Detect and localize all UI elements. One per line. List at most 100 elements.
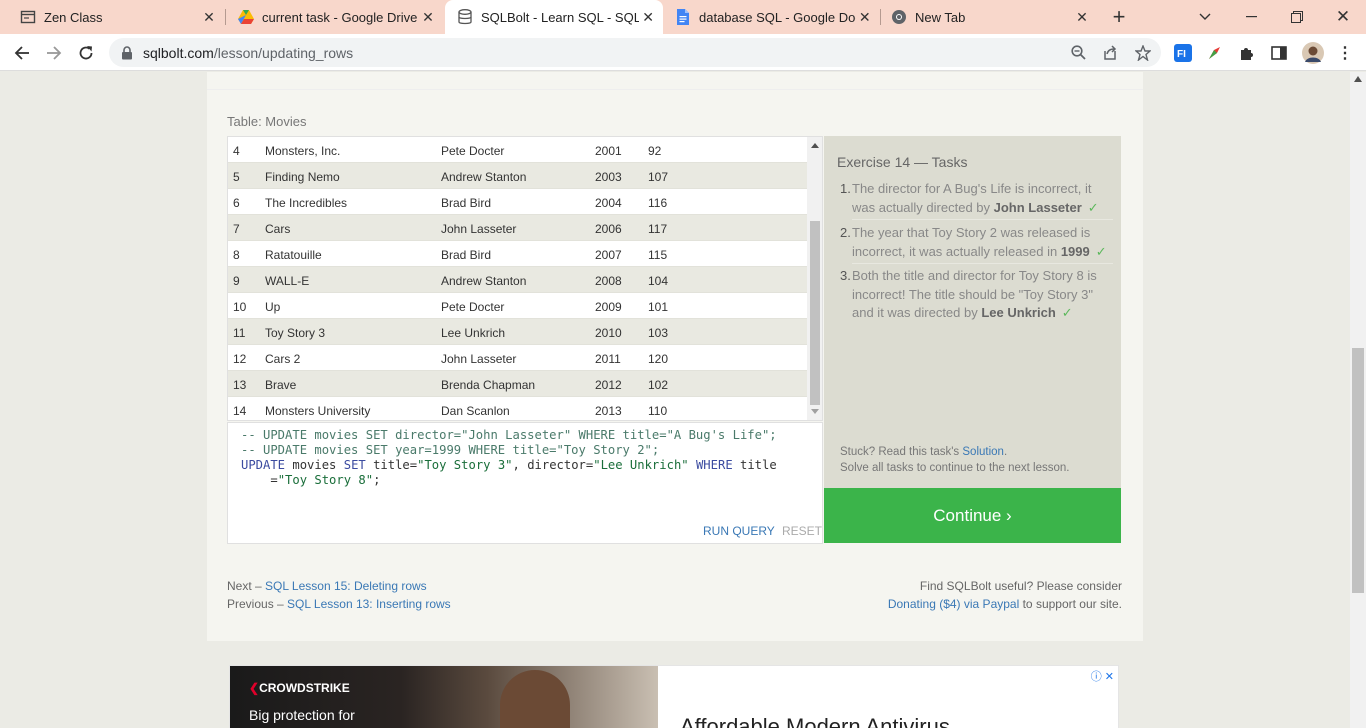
cell-director: Brenda Chapman (441, 378, 536, 392)
url-path: /lesson/updating_rows (213, 44, 354, 61)
table-label: Table: Movies (227, 114, 307, 129)
tasks-panel: Exercise 14 — Tasks 1. The director for … (824, 136, 1121, 488)
cell-year: 2004 (595, 196, 622, 210)
ad-brand: ❮CROWDSTRIKE (249, 681, 350, 695)
side-panel-icon[interactable] (1270, 44, 1288, 62)
scroll-up-icon[interactable] (811, 143, 819, 148)
extensions-puzzle-icon[interactable] (1238, 44, 1256, 62)
table-row: 10 Up Pete Docter 2009 101 (228, 293, 807, 319)
close-icon[interactable]: ✕ (199, 9, 219, 26)
advertisement[interactable]: ❮CROWDSTRIKE Big protection for Affordab… (229, 665, 1119, 728)
previous-lesson-link[interactable]: SQL Lesson 13: Inserting rows (287, 597, 451, 611)
table-row: 7 Cars John Lasseter 2006 117 (228, 215, 807, 241)
tab-search-icon[interactable] (1182, 0, 1228, 34)
tab-zen-class[interactable]: Zen Class ✕ (0, 0, 225, 34)
solution-link[interactable]: Solution (962, 446, 1004, 458)
task-number: 2. (840, 225, 851, 240)
cell-length: 115 (648, 248, 668, 262)
close-icon[interactable]: ✕ (856, 9, 874, 26)
cell-director: Pete Docter (441, 144, 505, 158)
restore-button[interactable] (1274, 0, 1320, 34)
minimize-button[interactable] (1228, 0, 1274, 34)
extension-fi-icon[interactable]: FI (1174, 44, 1192, 62)
ad-subtitle: Big protection for (249, 707, 355, 723)
task-number: 1. (840, 181, 851, 196)
scroll-up-icon[interactable] (1354, 76, 1362, 82)
cell-length: 92 (648, 144, 662, 158)
stuck-prefix: Stuck? Read this task's (840, 446, 963, 458)
cell-year: 2006 (595, 222, 622, 236)
sql-editor[interactable]: -- UPDATE movies SET director="John Lass… (227, 422, 823, 544)
task-text: The year that Toy Story 2 was released i… (852, 224, 1113, 261)
cell-id: 11 (233, 326, 246, 340)
new-tab-button[interactable]: + (1096, 0, 1142, 34)
code-text-segment: title (732, 458, 777, 472)
continue-button[interactable]: Continue › (824, 488, 1121, 543)
cell-director: John Lasseter (441, 352, 517, 366)
cell-length: 117 (648, 222, 668, 236)
table-row: 4 Monsters, Inc. Pete Docter 2001 92 (228, 137, 807, 163)
cell-year: 2007 (595, 248, 622, 262)
cell-director: Lee Unkrich (441, 326, 506, 340)
run-query-button[interactable]: RUN QUERY (703, 524, 775, 538)
page-scrollbar[interactable] (1350, 72, 1366, 728)
extension-pen-icon[interactable] (1206, 44, 1224, 62)
task-number: 3. (840, 268, 851, 283)
donate-link[interactable]: Donating ($4) via Paypal (888, 597, 1019, 611)
reload-icon[interactable] (72, 39, 100, 67)
cell-year: 2001 (595, 144, 622, 158)
menu-kebab-icon[interactable]: ⋮ (1336, 44, 1354, 62)
tab-google-docs[interactable]: database SQL - Google Docs ✕ (663, 0, 880, 34)
ad-brand-text: CROWDSTRIKE (259, 681, 350, 695)
tab-sqlbolt[interactable]: SQLBolt - Learn SQL - SQL Le ✕ (445, 0, 663, 34)
cell-length: 102 (648, 378, 669, 392)
bookmark-star-icon[interactable] (1134, 44, 1152, 62)
close-icon[interactable]: ✕ (418, 9, 438, 26)
url-host: sqlbolt.com (143, 44, 214, 61)
code-text-segment: title= (365, 458, 418, 472)
scroll-down-icon[interactable] (811, 409, 819, 414)
cell-id: 14 (233, 404, 247, 418)
scroll-thumb[interactable] (810, 221, 820, 405)
next-prefix: Next – (227, 579, 266, 593)
cell-director: Dan Scanlon (441, 404, 510, 418)
url-text: sqlbolt.com/lesson/updating_rows (143, 45, 353, 61)
window-icon (20, 9, 36, 25)
page-scroll-thumb[interactable] (1352, 348, 1364, 593)
database-icon (457, 9, 473, 25)
drive-icon (238, 9, 254, 25)
cell-year: 2009 (595, 300, 622, 314)
close-window-button[interactable]: ✕ (1320, 0, 1366, 34)
cell-length: 103 (648, 326, 669, 340)
close-icon[interactable]: ✕ (1072, 9, 1092, 26)
code-text[interactable]: -- UPDATE movies SET director="John Lass… (241, 428, 777, 488)
next-lesson-link[interactable]: SQL Lesson 15: Deleting rows (265, 579, 427, 593)
svg-text:FI: FI (1177, 49, 1186, 60)
address-bar[interactable]: sqlbolt.com/lesson/updating_rows (109, 38, 1161, 67)
avatar[interactable] (1302, 42, 1324, 64)
cell-length: 104 (648, 274, 669, 288)
tab-google-drive[interactable]: current task - Google Drive ✕ (226, 0, 444, 34)
reset-button[interactable]: RESET (782, 524, 822, 538)
code-text-segment: , director= (512, 458, 594, 472)
zoom-icon[interactable] (1070, 45, 1086, 61)
cell-title: Toy Story 3 (265, 326, 326, 340)
table-row: 13 Brave Brenda Chapman 2012 102 (228, 371, 807, 397)
cell-length: 120 (648, 352, 669, 366)
table-scrollbar[interactable] (807, 137, 822, 420)
results-table[interactable]: 4 Monsters, Inc. Pete Docter 2001 92 5 Finding… (227, 136, 823, 421)
forward-icon[interactable] (40, 39, 68, 67)
code-keyword: UPDATE (241, 458, 286, 472)
close-icon[interactable]: ✕ (639, 9, 657, 26)
ad-choices-icon[interactable]: ⓘ ✕ (1091, 668, 1114, 684)
cell-id: 4 (233, 144, 240, 158)
task-text: The director for A Bug's Life is incorre… (852, 180, 1113, 217)
tab-new-tab[interactable]: New Tab ✕ (881, 0, 1098, 34)
cell-id: 5 (233, 170, 240, 184)
cell-year: 2008 (595, 274, 622, 288)
share-icon[interactable] (1102, 45, 1118, 61)
code-text-segment (689, 458, 696, 472)
back-icon[interactable] (8, 39, 36, 67)
cell-director: Pete Docter (441, 300, 505, 314)
tab-bar: Zen Class ✕ current task - Google Drive … (0, 0, 1366, 34)
